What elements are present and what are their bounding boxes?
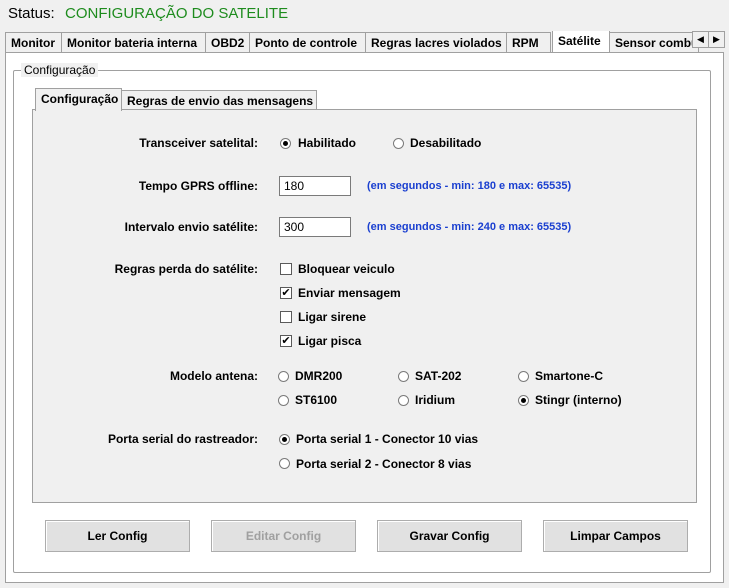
status-value: CONFIGURAÇÃO DO SATELITE [65,5,289,22]
ligar-sirene-checkbox[interactable] [280,311,292,323]
transceiver-desabilitado-radio[interactable] [393,138,404,149]
tab-monitor-bateria-interna[interactable]: Monitor bateria interna [61,32,206,52]
antena-dmr200-label[interactable]: DMR200 [295,369,342,383]
modelo-antena-label: Modelo antena: [169,369,258,383]
ligar-sirene-label[interactable]: Ligar sirene [298,310,366,324]
antena-st6100-label[interactable]: ST6100 [295,393,337,407]
triangle-left-icon: ◀ [697,34,704,44]
ligar-pisca-label[interactable]: Ligar pisca [298,334,361,348]
antena-stingr-radio[interactable] [518,395,529,406]
transceiver-habilitado-radio[interactable] [280,138,291,149]
tab-monitor[interactable]: Monitor [5,32,62,52]
antena-iridium-label[interactable]: Iridium [415,393,455,407]
antena-smartone-c-label[interactable]: Smartone-C [535,369,603,383]
intervalo-envio-input[interactable]: 300 [279,217,351,237]
tab-ponto-de-controle[interactable]: Ponto de controle [249,32,366,52]
porta-serial-1-radio[interactable] [279,434,290,445]
main-tab-strip: Monitor Monitor bateria interna OBD2 Pon… [5,31,709,52]
antena-smartone-c-radio[interactable] [518,371,529,382]
porta-serial-label: Porta serial do rastreador: [107,432,258,446]
tab-sensor-combustivel[interactable]: Sensor combu [609,32,699,52]
regras-perda-label: Regras perda do satélite: [114,262,258,276]
tempo-gprs-hint: (em segundos - min: 180 e max: 65535) [367,180,572,192]
bloquear-veiculo-checkbox[interactable] [280,263,292,275]
porta-serial-2-radio[interactable] [279,458,290,469]
tab-obd2[interactable]: OBD2 [205,32,250,52]
ler-config-button[interactable]: Ler Config [45,520,190,552]
intervalo-envio-label: Intervalo envio satélite: [124,220,258,234]
porta-serial-1-label[interactable]: Porta serial 1 - Conector 10 vias [296,432,478,446]
triangle-right-icon: ▶ [713,34,720,44]
editar-config-button[interactable]: Editar Config [211,520,356,552]
tab-scroll-left-button[interactable]: ◀ [692,31,709,48]
antena-dmr200-radio[interactable] [278,371,289,382]
enviar-mensagem-checkbox[interactable]: ✔ [280,287,292,299]
antena-sat202-radio[interactable] [398,371,409,382]
transceiver-habilitado-label[interactable]: Habilitado [298,136,356,150]
tab-regras-lacres-violados[interactable]: Regras lacres violados [365,32,507,52]
ligar-pisca-checkbox[interactable]: ✔ [280,335,292,347]
tab-satelite[interactable]: Satélite [552,31,610,52]
limpar-campos-button[interactable]: Limpar Campos [543,520,688,552]
antena-st6100-radio[interactable] [278,395,289,406]
groupbox-title: Configuração [21,63,99,77]
inner-tab-configuracao[interactable]: Configuração [35,88,122,111]
checkmark-icon: ✔ [281,287,291,299]
intervalo-envio-hint: (em segundos - min: 240 e max: 65535) [367,221,572,233]
checkmark-icon: ✔ [281,335,291,347]
transceiver-label: Transceiver satelital: [139,136,258,150]
tab-rpm[interactable]: RPM [506,32,551,52]
status-label: Status: [8,5,55,22]
enviar-mensagem-label[interactable]: Enviar mensagem [298,286,401,300]
antena-iridium-radio[interactable] [398,395,409,406]
antena-sat202-label[interactable]: SAT-202 [415,369,461,383]
tab-scroll-right-button[interactable]: ▶ [708,31,725,48]
tempo-gprs-label: Tempo GPRS offline: [138,179,258,193]
inner-tab-regras-envio[interactable]: Regras de envio das mensagens [121,90,317,110]
tempo-gprs-input[interactable]: 180 [279,176,351,196]
porta-serial-2-label[interactable]: Porta serial 2 - Conector 8 vias [296,457,471,471]
gravar-config-button[interactable]: Gravar Config [377,520,522,552]
transceiver-desabilitado-label[interactable]: Desabilitado [410,136,481,150]
bloquear-veiculo-label[interactable]: Bloquear veiculo [298,262,395,276]
antena-stingr-label[interactable]: Stingr (interno) [535,393,622,407]
